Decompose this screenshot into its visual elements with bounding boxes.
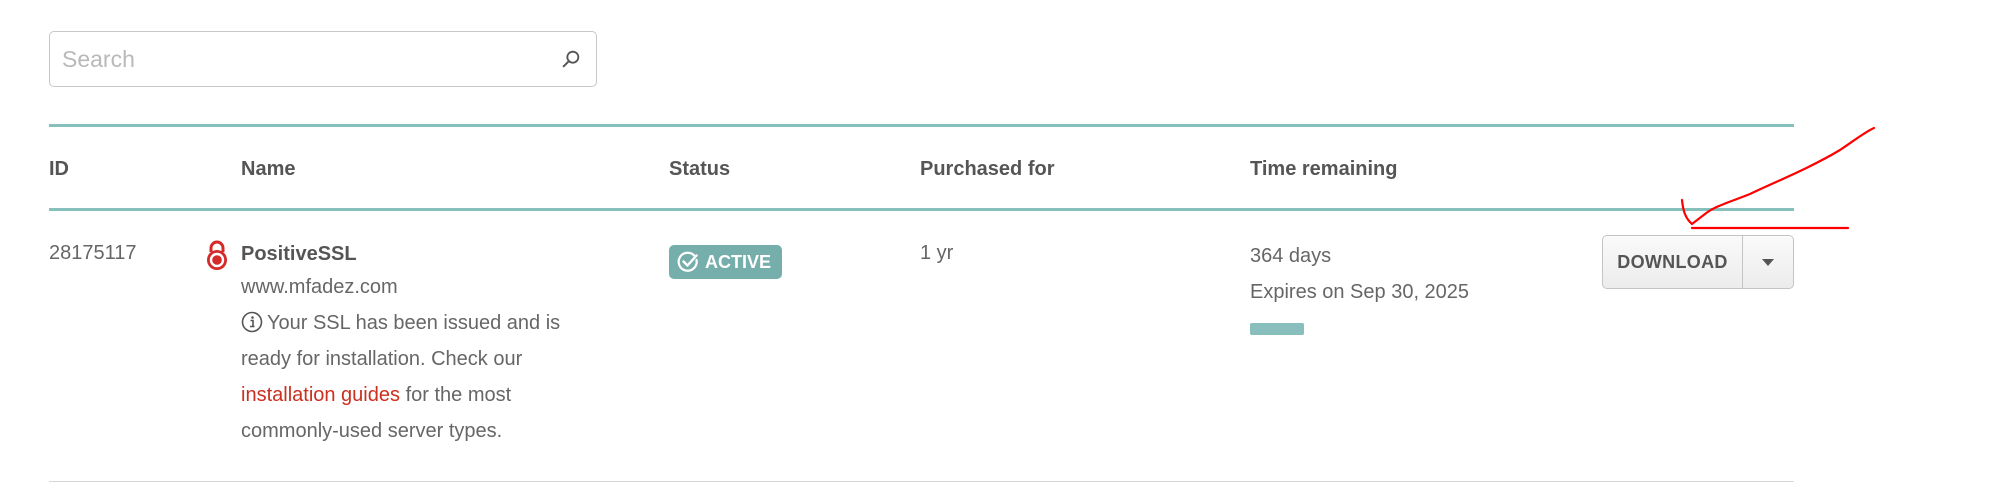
caret-down-icon (1762, 258, 1774, 266)
download-options-dropdown[interactable] (1743, 236, 1793, 288)
time-remaining-bar (1250, 323, 1304, 335)
column-header-status[interactable]: Status (669, 158, 730, 181)
search-icon[interactable] (560, 48, 582, 70)
certificates-table: ID Name Status Purchased for Time remain… (49, 124, 1794, 482)
column-header-time-remaining[interactable]: Time remaining (1250, 158, 1397, 181)
table-header: ID Name Status Purchased for Time remain… (49, 124, 1794, 211)
table-row: 28175117 PositiveSSL www.mfadez.com Your… (49, 211, 1794, 482)
domain-name: www.mfadez.com (241, 276, 398, 298)
download-button-group: DOWNLOAD (1602, 235, 1794, 289)
status-badge: ACTIVE (669, 245, 783, 279)
download-button[interactable]: DOWNLOAD (1603, 236, 1743, 288)
info-message-prefix: Your SSL has been issued and is ready fo… (241, 312, 561, 370)
status-label: ACTIVE (705, 251, 772, 272)
lock-icon (207, 240, 227, 270)
days-remaining: 364 days (1250, 245, 1332, 267)
installation-guides-link[interactable]: installation guides (241, 384, 400, 406)
check-circle-icon (677, 251, 698, 272)
name-cell: PositiveSSL www.mfadez.com Your SSL has … (241, 239, 601, 449)
purchased-for: 1 yr (920, 242, 954, 264)
search-input[interactable] (60, 32, 544, 87)
info-message: Your SSL has been issued and is ready fo… (241, 305, 601, 449)
column-header-id[interactable]: ID (49, 158, 69, 181)
info-icon (241, 311, 263, 333)
product-name: PositiveSSL (241, 243, 357, 265)
certificate-id: 28175117 (49, 242, 137, 264)
search-box[interactable] (49, 31, 597, 87)
time-remaining-bar-fill (1250, 323, 1304, 335)
expiry-date: Expires on Sep 30, 2025 (1250, 281, 1470, 303)
time-remaining-cell: 364 days Expires on Sep 30, 2025 (1250, 238, 1469, 335)
column-header-purchased-for[interactable]: Purchased for (920, 158, 1054, 181)
column-header-name[interactable]: Name (241, 158, 295, 181)
